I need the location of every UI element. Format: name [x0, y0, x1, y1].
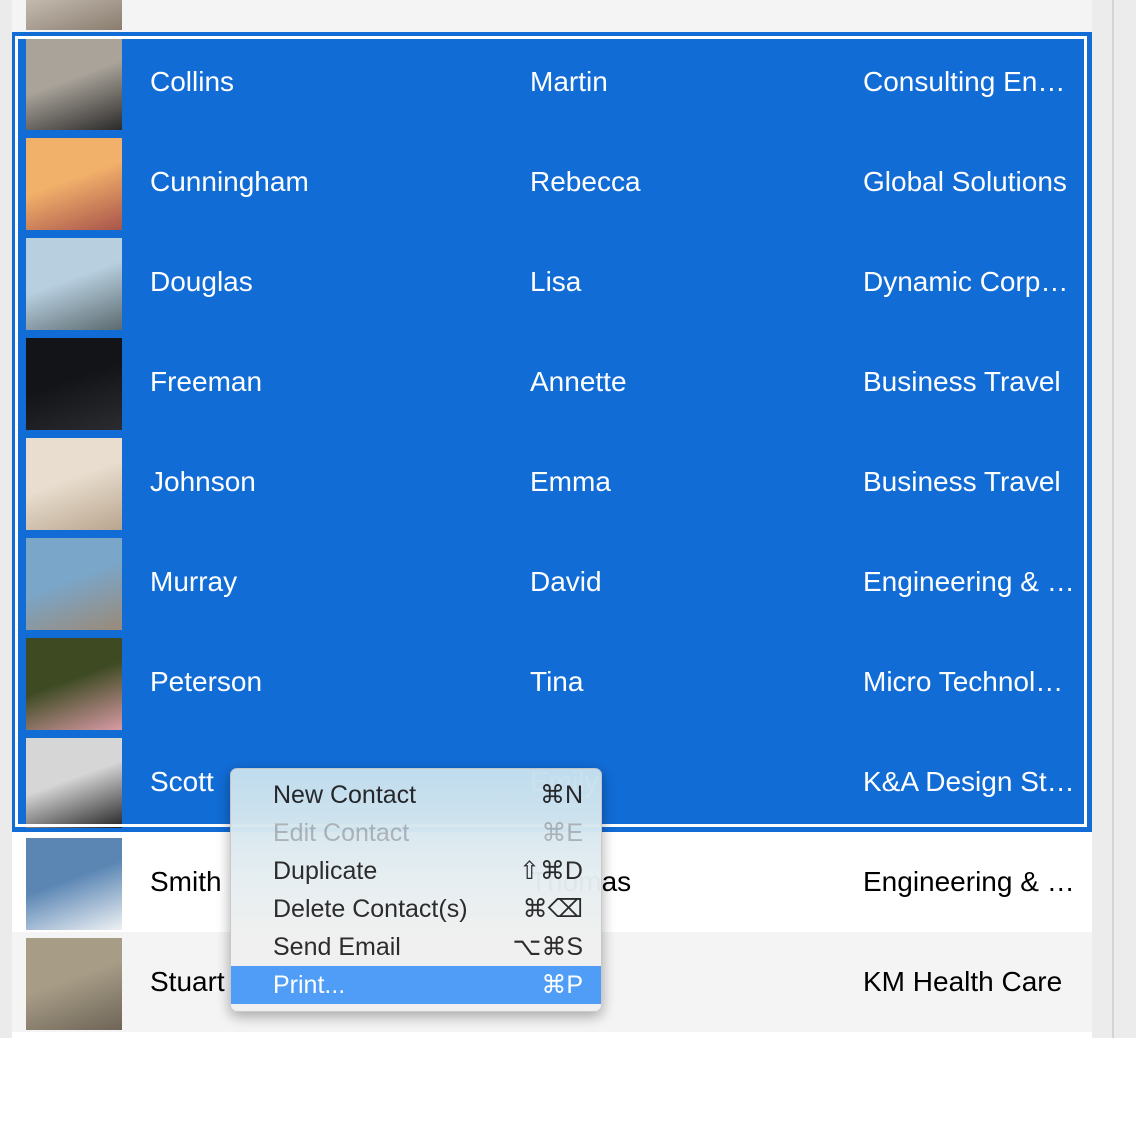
scrollbar[interactable] — [1092, 0, 1136, 1038]
menu-item-shortcut: ⌘N — [539, 781, 583, 809]
company-cell: Engineering & Construction — [863, 566, 1077, 597]
last-name-cell: Johnson — [150, 466, 256, 497]
last-name-cell: Collins — [150, 66, 235, 97]
first-name-cell: David — [530, 566, 602, 597]
contact-photo — [26, 538, 122, 630]
menu-item-delete-contact-s[interactable]: Delete Contact(s) ⌘⌫ — [231, 890, 601, 928]
first-name-cell: Lisa — [530, 266, 582, 297]
first-name-cell: Emma — [530, 466, 611, 497]
contact-row[interactable]: Murray David Engineering & Construction — [12, 532, 1092, 632]
menu-item-shortcut: ⌥⌘S — [512, 933, 583, 961]
menu-item-shortcut: ⌘⌫ — [522, 895, 583, 923]
contact-photo — [26, 238, 122, 330]
last-name-cell: Freeman — [150, 366, 263, 397]
company-cell: K&A Design Studio — [863, 766, 1077, 797]
contact-row[interactable]: Douglas Lisa Dynamic Corporation — [12, 232, 1092, 332]
company-cell: Engineering & Construction — [863, 866, 1077, 897]
contact-row[interactable]: Collins Martin Consulting Engineers — [12, 32, 1092, 132]
contact-row[interactable] — [12, 1032, 1092, 1132]
last-name-cell: Douglas — [150, 266, 253, 297]
contact-photo — [26, 0, 122, 30]
contact-photo — [26, 938, 122, 1030]
first-name-cell: Rebecca — [530, 166, 641, 197]
menu-item-duplicate[interactable]: Duplicate ⇧⌘D — [231, 852, 601, 890]
contact-photo — [26, 738, 122, 830]
contact-row[interactable]: Peterson Tina Micro Technologies — [12, 632, 1092, 732]
menu-item-print[interactable]: Print... ⌘P — [231, 966, 601, 1004]
contact-row[interactable]: Johnson Emma Business Travel — [12, 432, 1092, 532]
menu-item-shortcut: ⌘E — [541, 819, 583, 847]
last-name-cell: Cunningham — [150, 166, 309, 197]
first-name-cell: Tina — [530, 666, 584, 697]
context-menu: New Contact ⌘N Edit Contact ⌘E Duplicate ⇧⌘D D… — [230, 768, 602, 1012]
menu-item-label: Send Email — [273, 933, 401, 961]
contact-row[interactable] — [12, 0, 1092, 32]
company-cell: Business Travel — [863, 366, 1061, 397]
menu-item-label: New Contact — [273, 781, 417, 809]
menu-item-send-email[interactable]: Send Email ⌥⌘S — [231, 928, 601, 966]
contact-photo — [26, 838, 122, 930]
company-cell: Dynamic Corporation — [863, 266, 1077, 297]
menu-item-label: Edit Contact — [273, 819, 410, 847]
contact-photo — [26, 138, 122, 230]
menu-item-label: Delete Contact(s) — [273, 895, 468, 923]
company-cell: Micro Technologies — [863, 666, 1077, 697]
company-cell: KM Health Care — [863, 966, 1063, 997]
contact-photo — [26, 638, 122, 730]
menu-item-shortcut: ⇧⌘D — [518, 857, 583, 885]
contact-row[interactable]: Freeman Annette Business Travel — [12, 332, 1092, 432]
contact-photo — [26, 438, 122, 530]
contact-photo — [26, 38, 122, 130]
menu-item-edit-contact: Edit Contact ⌘E — [231, 814, 601, 852]
contact-photo — [26, 338, 122, 430]
menu-item-new-contact[interactable]: New Contact ⌘N — [231, 776, 601, 814]
company-cell: Consulting Engineers — [863, 66, 1077, 97]
contact-row[interactable]: Cunningham Rebecca Global Solutions — [12, 132, 1092, 232]
company-cell: Global Solutions — [863, 166, 1067, 197]
company-cell: Business Travel — [863, 466, 1061, 497]
last-name-cell: Murray — [150, 566, 238, 597]
first-name-cell: Annette — [530, 366, 627, 397]
menu-item-shortcut: ⌘P — [541, 971, 583, 999]
first-name-cell: Martin — [530, 66, 608, 97]
menu-item-label: Print... — [273, 971, 346, 999]
left-border — [0, 0, 12, 1038]
last-name-cell: Peterson — [150, 666, 263, 697]
menu-item-label: Duplicate — [273, 857, 378, 885]
